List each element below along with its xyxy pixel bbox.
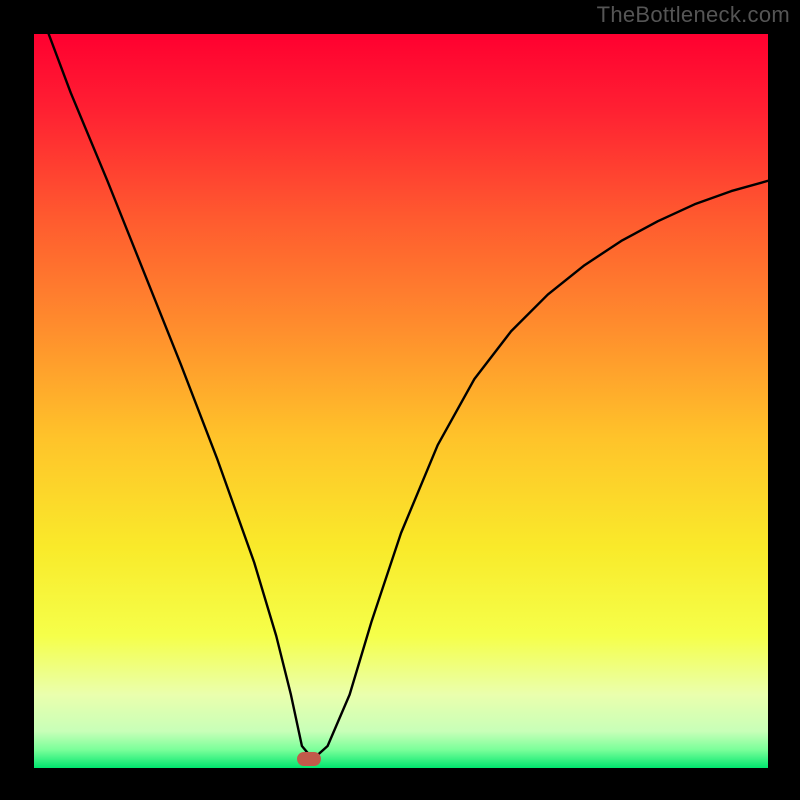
chart-frame: TheBottleneck.com	[0, 0, 800, 800]
watermark-text: TheBottleneck.com	[597, 2, 790, 28]
optimal-point-marker	[297, 752, 321, 766]
plot-area	[34, 34, 768, 768]
bottleneck-curve	[34, 34, 768, 768]
